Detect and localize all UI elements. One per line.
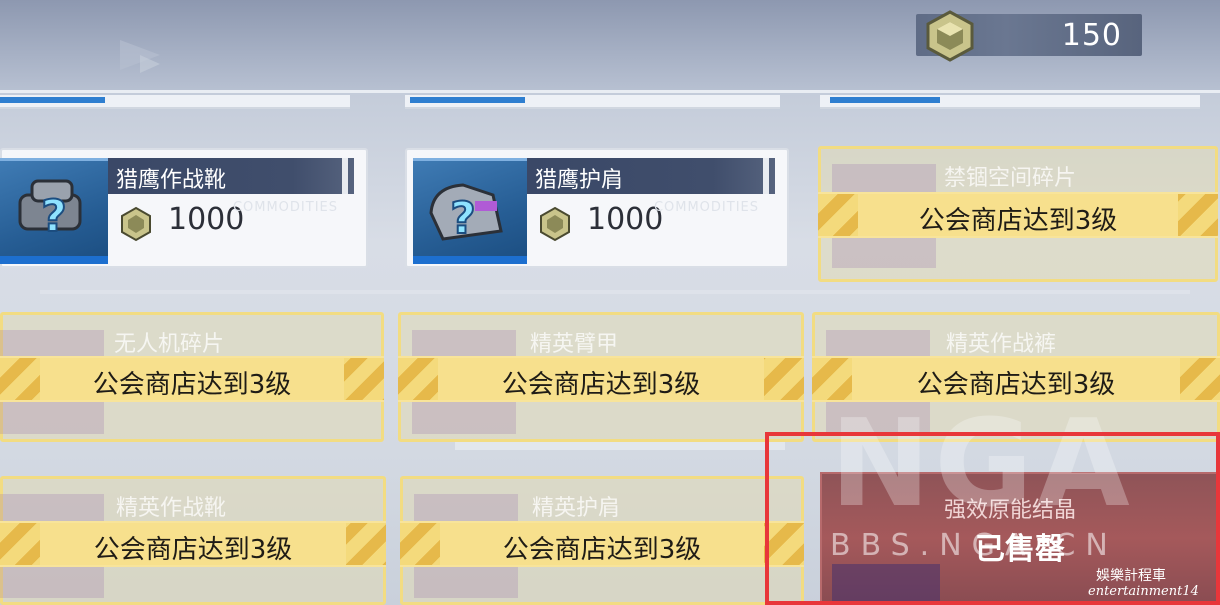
shop-item-card[interactable]: ? 猎鹰护肩 1000 COMMODITIES bbox=[405, 148, 789, 268]
svg-text:?: ? bbox=[41, 191, 67, 242]
lock-banner: 公会商店达到3级 bbox=[400, 521, 804, 567]
card-top-stub-2 bbox=[405, 95, 780, 109]
highlight-box bbox=[765, 432, 1220, 605]
lock-banner: 公会商店达到3级 bbox=[0, 521, 386, 567]
svg-text:?: ? bbox=[450, 193, 476, 244]
locked-item-card[interactable]: 精英臂甲 公会商店达到3级 bbox=[398, 312, 804, 442]
item-name-bar: 猎鹰护肩 bbox=[527, 158, 775, 194]
lock-banner: 公会商店达到3级 bbox=[398, 356, 804, 402]
card-top-stub-3 bbox=[820, 95, 1200, 109]
item-name: 无人机碎片 bbox=[114, 332, 225, 357]
card-watermark: COMMODITIES bbox=[232, 200, 338, 215]
item-name: 精英护肩 bbox=[532, 496, 621, 521]
lock-banner: 公会商店达到3级 bbox=[818, 192, 1218, 238]
lock-text: 公会商店达到3级 bbox=[501, 370, 701, 400]
item-thumbnail: ? bbox=[413, 158, 527, 264]
boots-unknown-icon: ? bbox=[18, 179, 82, 243]
item-name: 猎鹰护肩 bbox=[535, 168, 624, 193]
currency-display: 150 bbox=[916, 10, 1142, 62]
shop-item-card[interactable]: ? 猎鹰作战靴 1000 COMMODITIES bbox=[0, 148, 368, 268]
item-price-value: 1000 bbox=[587, 202, 664, 237]
locked-item-card[interactable]: 精英作战靴 公会商店达到3级 bbox=[0, 476, 386, 605]
shoulder-unknown-icon: ? bbox=[429, 183, 503, 245]
hex-coin-icon bbox=[926, 10, 974, 62]
item-thumbnail: ? bbox=[0, 158, 108, 264]
hex-coin-icon bbox=[121, 206, 151, 242]
item-name: 禁锢空间碎片 bbox=[944, 166, 1077, 191]
lock-text: 公会商店达到3级 bbox=[502, 535, 702, 565]
locked-item-card[interactable]: 精英护肩 公会商店达到3级 bbox=[400, 476, 804, 605]
lock-text: 公会商店达到3级 bbox=[92, 370, 292, 400]
currency-amount: 150 bbox=[1061, 18, 1122, 53]
lock-banner: 公会商店达到3级 bbox=[0, 356, 384, 402]
item-name: 精英臂甲 bbox=[530, 332, 619, 357]
item-name: 精英作战靴 bbox=[116, 496, 227, 521]
item-name-bar: 猎鹰作战靴 bbox=[108, 158, 354, 194]
item-name: 猎鹰作战靴 bbox=[116, 168, 227, 193]
locked-item-card[interactable]: 禁锢空间碎片 公会商店达到3级 bbox=[818, 146, 1218, 282]
lock-text: 公会商店达到3级 bbox=[93, 535, 293, 565]
locked-item-card[interactable]: 无人机碎片 公会商店达到3级 bbox=[0, 312, 384, 442]
hex-coin-icon bbox=[540, 206, 570, 242]
card-watermark: COMMODITIES bbox=[653, 200, 759, 215]
card-top-stub-1 bbox=[0, 95, 350, 109]
lock-text: 公会商店达到3级 bbox=[918, 206, 1118, 236]
item-name: 精英作战裤 bbox=[946, 332, 1057, 357]
top-divider bbox=[0, 90, 1220, 93]
